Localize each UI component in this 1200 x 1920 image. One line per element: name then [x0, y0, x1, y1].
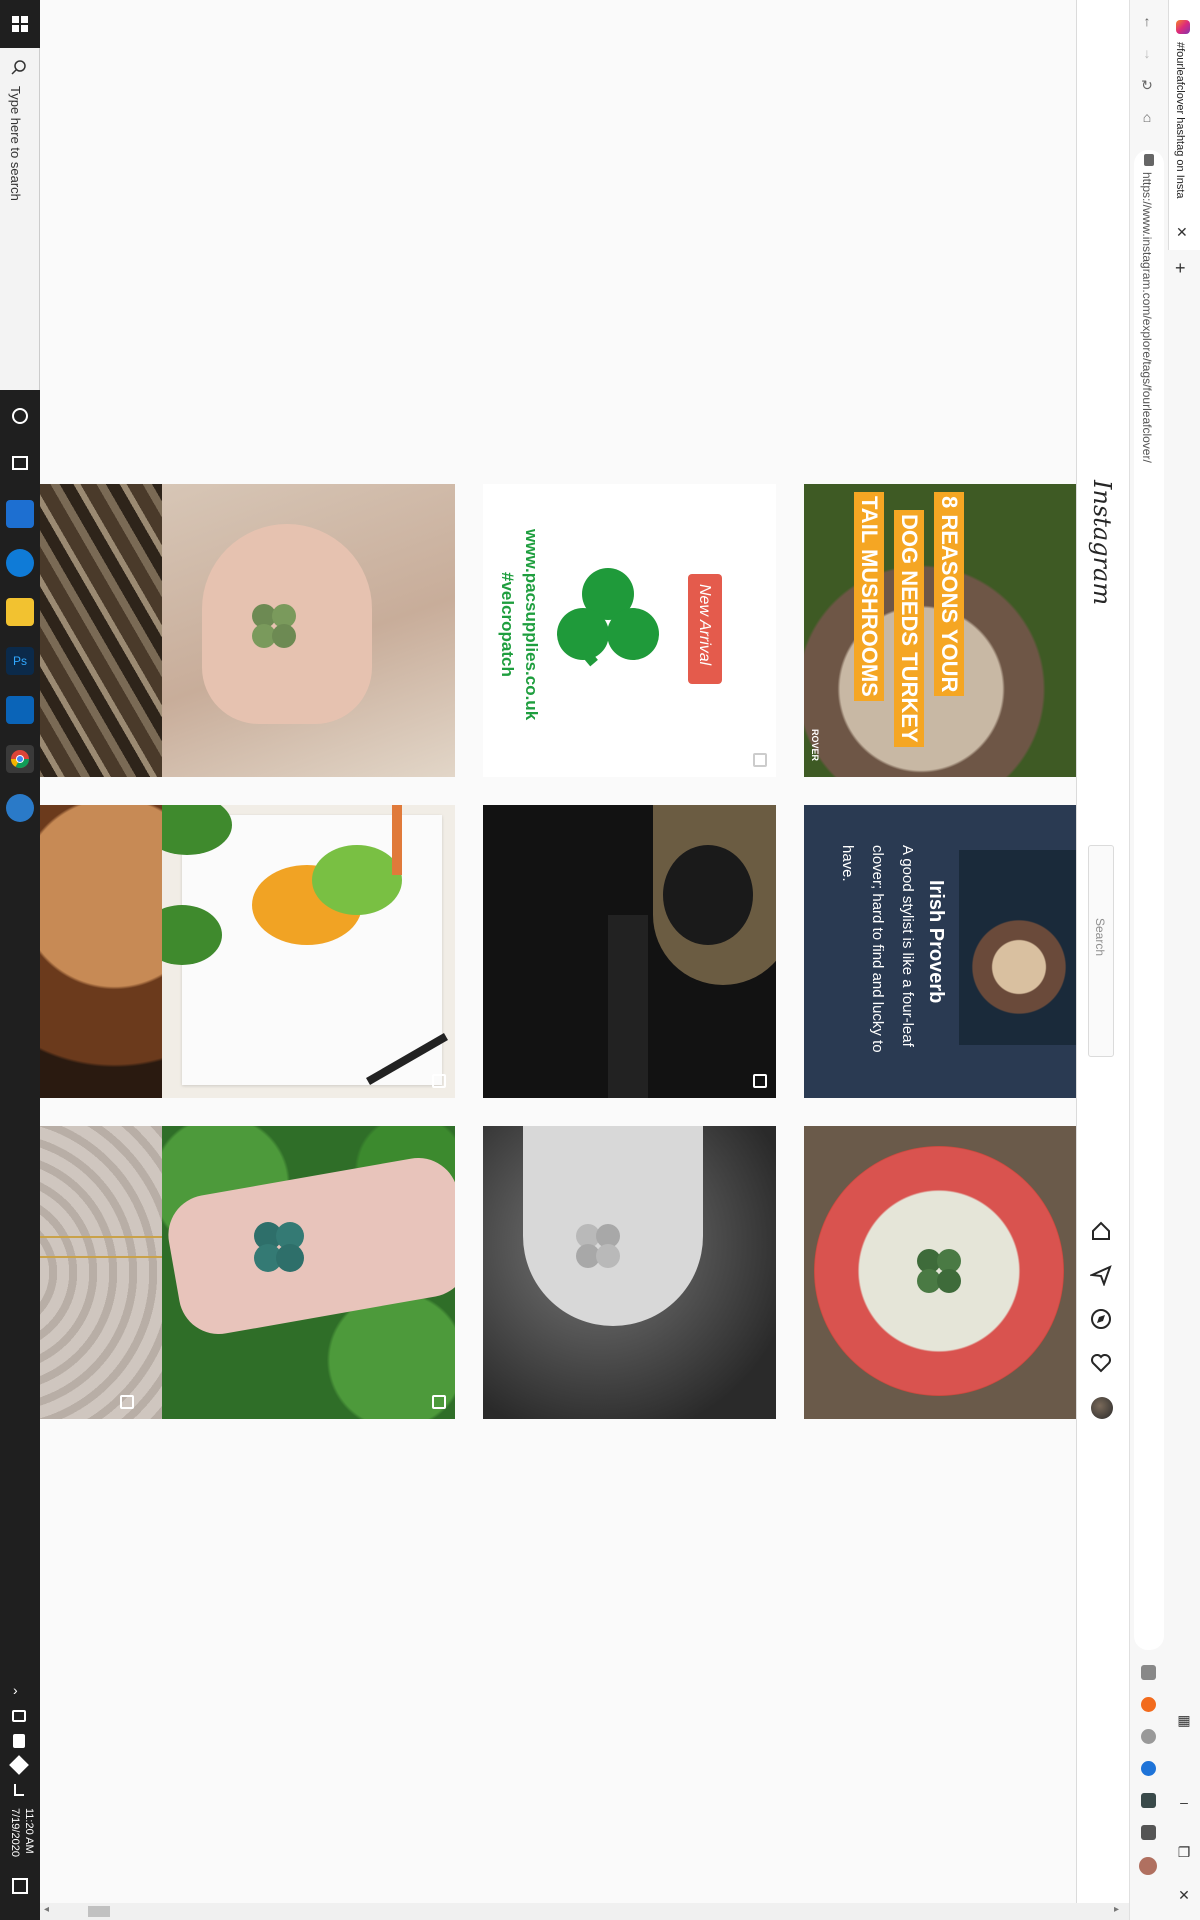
necklace-chain-2: [40, 1256, 173, 1258]
scroll-right-arrow-icon[interactable]: ▸: [1114, 1904, 1119, 1915]
grid-post-bw-hand-clover[interactable]: [483, 1126, 776, 1419]
scrollbar-thumb[interactable]: [88, 1906, 110, 1917]
address-bar-url: https://www.instagram.com/explore/tags/f…: [1140, 172, 1154, 463]
home-icon[interactable]: [1090, 1220, 1112, 1242]
explore-compass-icon[interactable]: [1090, 1308, 1112, 1330]
profile-z-icon[interactable]: [1139, 1857, 1157, 1875]
search-icon: [11, 60, 26, 75]
four-leaf-clover-icon: [252, 604, 296, 648]
show-hidden-icons-chevron-icon[interactable]: ›: [13, 1682, 18, 1698]
puzzle-extensions-icon[interactable]: [1141, 1825, 1156, 1840]
home-page-icon[interactable]: ⌂: [1138, 108, 1156, 126]
forward-arrow-icon[interactable]: ↓: [1138, 44, 1156, 62]
pen-icon[interactable]: [14, 1784, 24, 1796]
carousel-badge-icon: [432, 1395, 446, 1409]
drawn-clover-hair: [312, 845, 402, 915]
settings-app-icon[interactable]: [6, 794, 34, 822]
horizontal-scrollbar[interactable]: [40, 1903, 1129, 1920]
start-button[interactable]: [0, 0, 40, 48]
instagram-logo[interactable]: Instagram: [1088, 480, 1116, 605]
extension-dark-icon[interactable]: [1141, 1793, 1156, 1808]
four-leaf-clover-icon: [917, 1249, 961, 1293]
minimize-window-icon[interactable]: –: [1174, 1792, 1194, 1812]
file-explorer-icon[interactable]: [6, 598, 34, 626]
carousel-badge-icon: [753, 1074, 767, 1088]
edge-browser-icon[interactable]: [6, 549, 34, 577]
close-tab-icon[interactable]: ✕: [1176, 224, 1188, 241]
activity-heart-icon[interactable]: [1090, 1352, 1112, 1374]
reload-icon[interactable]: ↻: [1138, 76, 1156, 94]
dropbox-icon[interactable]: [9, 1755, 29, 1775]
pencil: [392, 805, 402, 875]
grid-post-resin-clover[interactable]: [804, 1126, 1076, 1419]
grid-post-hand-clover[interactable]: [162, 484, 455, 777]
guitar-neck: [608, 915, 648, 1098]
restore-window-icon[interactable]: ❐: [1174, 1842, 1194, 1862]
grid-post-clover-drawing[interactable]: [162, 805, 455, 1098]
paper-sheet: [182, 815, 442, 1085]
instagram-search-placeholder: Search: [1093, 918, 1107, 957]
grid-post-guitar[interactable]: [483, 805, 776, 1098]
extension-gray-icon[interactable]: [1141, 1729, 1156, 1744]
scroll-left-arrow-icon[interactable]: ◂: [44, 1904, 49, 1915]
lock-icon: [1144, 154, 1154, 166]
mushroom-title-line-2: DOG NEEDS TURKEY: [894, 510, 924, 747]
grid-post-pacsupplies[interactable]: www.pacsupplies.co.uk #velcropatch New A…: [483, 484, 776, 777]
clover-tattoo-icon: [254, 1222, 304, 1272]
grid-post-mushroom[interactable]: 8 REASONS YOUR DOG NEEDS TURKEY TAIL MUS…: [804, 484, 1076, 777]
grid-post-irish-proverb[interactable]: Irish Proverb A good stylist is like a f…: [804, 805, 1076, 1098]
grid-post-necklace[interactable]: [40, 1126, 173, 1419]
mushroom-title-line-3: TAIL MUSHROOMS: [854, 492, 884, 701]
grid-post-violin[interactable]: [40, 805, 173, 1098]
back-arrow-icon[interactable]: ↑: [1138, 12, 1156, 30]
brand-mark-text: ROVER: [810, 729, 820, 762]
windows-logo-icon: [12, 16, 28, 32]
instagram-favicon-icon: [1176, 20, 1190, 34]
profile-avatar[interactable]: [1091, 1397, 1113, 1419]
post-url-text: www.pacsupplies.co.uk: [522, 529, 541, 721]
photoshop-icon[interactable]: Ps: [6, 647, 34, 675]
carousel-badge-icon: [753, 753, 767, 767]
proverb-photo: [959, 850, 1076, 1045]
store-app-icon[interactable]: [6, 500, 34, 528]
carousel-badge-icon: [432, 1074, 446, 1088]
close-window-icon[interactable]: ✕: [1174, 1885, 1194, 1905]
shamrock-patch-icon: [557, 568, 659, 667]
taskbar-search-placeholder: Type here to search: [8, 86, 23, 201]
chrome-logo-icon: [10, 750, 30, 769]
tab-title: #fourleafclover hashtag on Insta: [1174, 42, 1186, 199]
proverb-body: A good stylist is like a four-leaf clove…: [839, 845, 916, 1053]
extension-blue-icon[interactable]: [1141, 1761, 1156, 1776]
four-leaf-clover-icon: [576, 1224, 620, 1268]
extension-orange-icon[interactable]: [1141, 1697, 1156, 1712]
mushroom-title-line-1: 8 REASONS YOUR: [934, 492, 964, 697]
explore-grid: www.pacsupplies.co.uk #velcropatch New A…: [40, 0, 1076, 1920]
new-tab-icon[interactable]: +: [1175, 258, 1186, 279]
grid-post-clover-tattoo[interactable]: [162, 1126, 455, 1419]
guitar-soundhole: [663, 845, 753, 945]
cortana-icon[interactable]: [12, 408, 28, 424]
direct-message-icon[interactable]: [1090, 1264, 1112, 1286]
proverb-title: Irish Proverb: [925, 880, 947, 1004]
clock-date: 7/19/2020: [9, 1808, 21, 1857]
post-hashtag-text: #velcropatch: [498, 572, 517, 677]
necklace-chain: [40, 1236, 173, 1238]
clock-time: 11:20 AM: [23, 1808, 35, 1854]
grammarly-extension-icon[interactable]: [1141, 1665, 1156, 1680]
outlook-icon[interactable]: [6, 696, 34, 724]
grid-post-bark[interactable]: [40, 484, 173, 777]
carousel-badge-icon: [120, 1395, 134, 1409]
taskbar-clock[interactable]: 11:20 AM 7/19/2020: [8, 1808, 36, 1857]
task-view-icon[interactable]: [12, 456, 28, 470]
battery-icon[interactable]: [13, 1734, 25, 1748]
chrome-browser-icon[interactable]: [6, 745, 34, 773]
split-view-icon[interactable]: ▦: [1174, 1710, 1194, 1730]
new-arrival-label: New Arrival: [696, 584, 713, 666]
volume-icon[interactable]: [12, 1710, 26, 1722]
action-center-icon[interactable]: [12, 1878, 28, 1894]
